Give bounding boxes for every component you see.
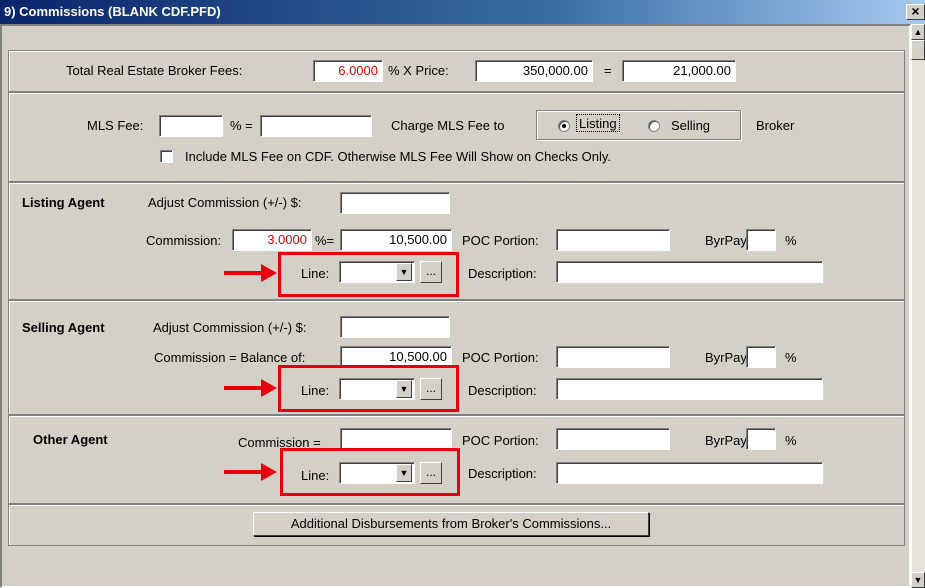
selling-line-highlight-box: [278, 365, 459, 412]
mls-fee-amount-input[interactable]: [260, 115, 372, 137]
other-poc-label: POC Portion:: [462, 433, 539, 448]
include-mls-label: Include MLS Fee on CDF. Otherwise MLS Fe…: [185, 149, 612, 164]
other-description-input[interactable]: [556, 462, 823, 484]
listing-radio-label[interactable]: Listing: [576, 114, 620, 132]
broker-fee-percent-input[interactable]: 6.0000: [313, 60, 383, 82]
total-fees-input[interactable]: 21,000.00: [622, 60, 736, 82]
close-button[interactable]: ×: [906, 4, 925, 20]
other-byrpay-input[interactable]: [746, 428, 776, 450]
selling-arrow-icon: [224, 386, 264, 390]
listing-poc-label: POC Portion:: [462, 233, 539, 248]
listing-radio[interactable]: [558, 120, 570, 132]
other-description-label: Description:: [468, 466, 537, 481]
listing-byrpay-label: ByrPay:: [705, 233, 751, 248]
selling-poc-input[interactable]: [556, 346, 670, 368]
vertical-scrollbar[interactable]: [911, 24, 925, 588]
selling-agent-title: Selling Agent: [22, 320, 105, 335]
listing-adjust-input[interactable]: [340, 192, 450, 214]
listing-byrpay-input[interactable]: [746, 229, 776, 251]
scroll-down-button[interactable]: ▼: [911, 572, 925, 588]
selling-byrpay-label: ByrPay:: [705, 350, 751, 365]
include-mls-checkbox[interactable]: [160, 150, 173, 163]
other-agent-title: Other Agent: [33, 432, 108, 447]
listing-pct-eq-label: %=: [315, 233, 335, 248]
listing-description-input[interactable]: [556, 261, 823, 283]
equals-sign: =: [604, 63, 612, 78]
other-arrow-icon: [224, 470, 264, 474]
other-line-highlight-box: [280, 448, 460, 496]
selling-byrpay-input[interactable]: [746, 346, 776, 368]
selling-pct-label: %: [785, 350, 797, 365]
listing-commission-percent-input[interactable]: 3.0000: [232, 229, 312, 251]
listing-poc-input[interactable]: [556, 229, 670, 251]
broker-label: Broker: [756, 118, 795, 133]
selling-description-label: Description:: [468, 383, 537, 398]
listing-commission-amount-input[interactable]: 10,500.00: [340, 229, 452, 251]
selling-poc-label: POC Portion:: [462, 350, 539, 365]
listing-line-highlight-box: [278, 252, 459, 297]
selling-description-input[interactable]: [556, 378, 823, 400]
other-commission-amount-input[interactable]: [340, 428, 452, 450]
selling-radio[interactable]: [648, 120, 660, 132]
selling-radio-label[interactable]: Selling: [671, 116, 710, 136]
scroll-thumb[interactable]: [911, 40, 925, 60]
other-byrpay-label: ByrPay:: [705, 433, 751, 448]
charge-mls-label: Charge MLS Fee to: [391, 118, 505, 133]
listing-arrowhead-icon: [261, 264, 277, 282]
selling-adjust-label: Adjust Commission (+/-) $:: [153, 320, 307, 335]
other-arrowhead-icon: [261, 463, 277, 481]
listing-agent-title: Listing Agent: [22, 195, 105, 210]
listing-adjust-label: Adjust Commission (+/-) $:: [148, 195, 302, 210]
broker-fees-label: Total Real Estate Broker Fees:: [66, 63, 243, 78]
scroll-up-button[interactable]: ▲: [911, 24, 925, 40]
selling-adjust-input[interactable]: [340, 316, 450, 338]
listing-description-label: Description:: [468, 266, 537, 281]
mls-fee-percent-input[interactable]: [159, 115, 223, 137]
listing-commission-label: Commission:: [146, 233, 222, 248]
mls-pct-eq-label: % =: [230, 118, 253, 133]
selling-arrowhead-icon: [261, 379, 277, 397]
additional-disbursements-button[interactable]: Additional Disbursements from Broker's C…: [253, 512, 649, 536]
window-title: 9) Commissions (BLANK CDF.PFD): [0, 0, 925, 24]
price-input[interactable]: 350,000.00: [475, 60, 593, 82]
mls-fee-label: MLS Fee:: [87, 118, 144, 133]
listing-arrow-icon: [224, 271, 264, 275]
other-poc-input[interactable]: [556, 428, 670, 450]
listing-pct-label: %: [785, 233, 797, 248]
other-pct-label: %: [785, 433, 797, 448]
mls-section: [8, 92, 905, 182]
price-label: % X Price:: [388, 63, 449, 78]
